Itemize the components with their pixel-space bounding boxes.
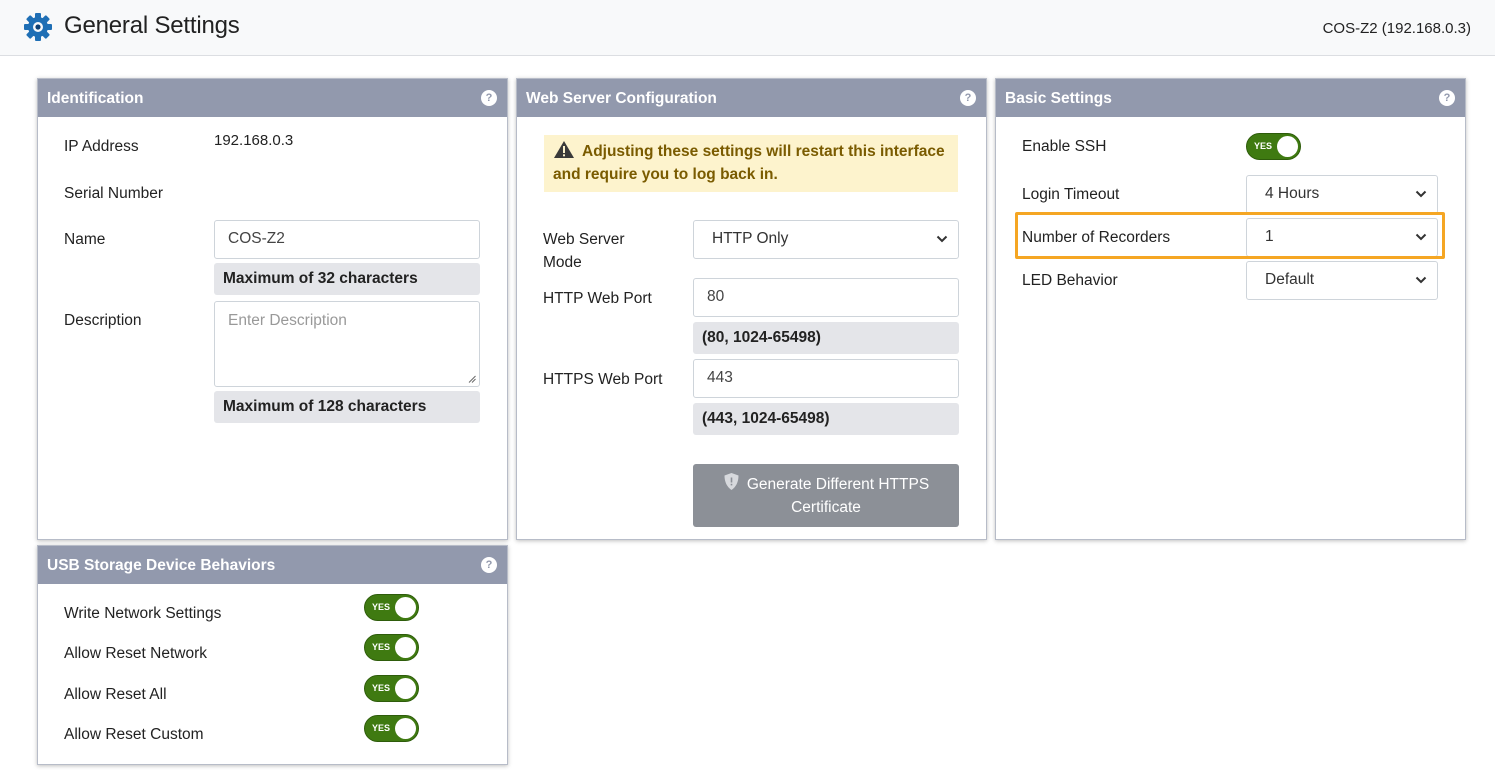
identification-header: Identification ?	[38, 79, 507, 117]
identification-title: Identification	[47, 90, 144, 107]
usb-behaviors-header: USB Storage Device Behaviors ?	[38, 546, 507, 584]
https-port-hint: (443, 1024-65498)	[693, 403, 959, 435]
chevron-down-icon	[1415, 276, 1427, 284]
page-title: General Settings	[64, 12, 240, 39]
mode-label-line2: Mode	[543, 254, 582, 271]
web-server-card: Web Server Configuration ? Adjusting the…	[516, 78, 987, 540]
gear-icon	[24, 13, 52, 41]
chevron-down-icon	[1415, 190, 1427, 198]
allow-reset-network-label: Allow Reset Network	[64, 645, 207, 662]
ip-address-label: IP Address	[64, 138, 139, 155]
enable-ssh-toggle[interactable]: YES	[1246, 133, 1301, 160]
http-port-hint: (80, 1024-65498)	[693, 322, 959, 354]
help-icon[interactable]: ?	[960, 90, 976, 106]
basic-settings-header: Basic Settings ?	[996, 79, 1465, 117]
toggle-state: YES	[372, 683, 391, 693]
toggle-knob	[395, 718, 416, 739]
help-icon[interactable]: ?	[1439, 90, 1455, 106]
led-behavior-select[interactable]: Default	[1246, 261, 1438, 300]
login-timeout-label: Login Timeout	[1022, 186, 1120, 203]
description-placeholder: Enter Description	[228, 312, 347, 329]
led-behavior-value: Default	[1265, 271, 1315, 288]
shield-icon	[724, 473, 739, 490]
write-network-settings-label: Write Network Settings	[64, 605, 222, 622]
warning-text: Adjusting these settings will restart th…	[553, 143, 945, 183]
restart-warning: Adjusting these settings will restart th…	[544, 135, 958, 192]
chevron-down-icon	[936, 235, 948, 243]
web-server-title: Web Server Configuration	[526, 90, 717, 107]
web-server-mode-label: Web Server Mode	[543, 228, 625, 274]
http-port-input[interactable]: 80	[693, 278, 959, 317]
led-behavior-label: LED Behavior	[1022, 272, 1118, 289]
allow-reset-all-toggle[interactable]: YES	[364, 675, 419, 702]
resize-grip-icon[interactable]	[468, 375, 476, 383]
web-server-mode-select[interactable]: HTTP Only	[693, 220, 959, 259]
ip-address-value: 192.168.0.3	[214, 132, 294, 149]
https-port-input[interactable]: 443	[693, 359, 959, 398]
web-server-header: Web Server Configuration ?	[517, 79, 986, 117]
warning-icon	[554, 141, 574, 158]
mode-value: HTTP Only	[712, 230, 789, 247]
page-header: General Settings COS-Z2 (192.168.0.3)	[0, 0, 1495, 56]
toggle-state: YES	[372, 642, 391, 652]
http-port-label: HTTP Web Port	[543, 290, 652, 307]
toggle-knob	[395, 678, 416, 699]
toggle-state: YES	[372, 602, 391, 612]
generate-certificate-button[interactable]: Generate Different HTTPS Certificate	[693, 464, 959, 527]
basic-settings-card: Basic Settings ? Enable SSH YES Login Ti…	[995, 78, 1466, 540]
allow-reset-custom-toggle[interactable]: YES	[364, 715, 419, 742]
allow-reset-all-label: Allow Reset All	[64, 686, 167, 703]
login-timeout-select[interactable]: 4 Hours	[1246, 175, 1438, 214]
mode-label-line1: Web Server	[543, 231, 625, 248]
help-icon[interactable]: ?	[481, 90, 497, 106]
name-hint: Maximum of 32 characters	[214, 263, 480, 295]
generate-button-line2: Certificate	[791, 499, 861, 516]
basic-settings-title: Basic Settings	[1005, 90, 1112, 107]
name-input[interactable]: COS-Z2	[214, 220, 480, 259]
toggle-knob	[395, 637, 416, 658]
serial-number-label: Serial Number	[64, 185, 164, 202]
description-label: Description	[64, 312, 142, 329]
https-port-label: HTTPS Web Port	[543, 371, 663, 388]
help-icon[interactable]: ?	[481, 557, 497, 573]
device-name: COS-Z2 (192.168.0.3)	[1322, 20, 1471, 37]
usb-behaviors-card: USB Storage Device Behaviors ? Write Net…	[37, 545, 508, 765]
allow-reset-custom-label: Allow Reset Custom	[64, 726, 204, 743]
identification-card: Identification ? IP Address 192.168.0.3 …	[37, 78, 508, 540]
write-network-settings-toggle[interactable]: YES	[364, 594, 419, 621]
usb-behaviors-title: USB Storage Device Behaviors	[47, 557, 276, 574]
login-timeout-value: 4 Hours	[1265, 185, 1320, 202]
allow-reset-network-toggle[interactable]: YES	[364, 634, 419, 661]
toggle-knob	[395, 597, 416, 618]
description-textarea[interactable]: Enter Description	[214, 301, 480, 387]
enable-ssh-label: Enable SSH	[1022, 138, 1107, 155]
generate-button-line1: Generate Different HTTPS	[746, 476, 930, 493]
toggle-knob	[1277, 136, 1298, 157]
name-label: Name	[64, 231, 106, 248]
description-hint: Maximum of 128 characters	[214, 391, 480, 423]
toggle-state: YES	[372, 723, 391, 733]
toggle-state: YES	[1254, 141, 1273, 151]
recorders-highlight-box	[1015, 212, 1445, 259]
